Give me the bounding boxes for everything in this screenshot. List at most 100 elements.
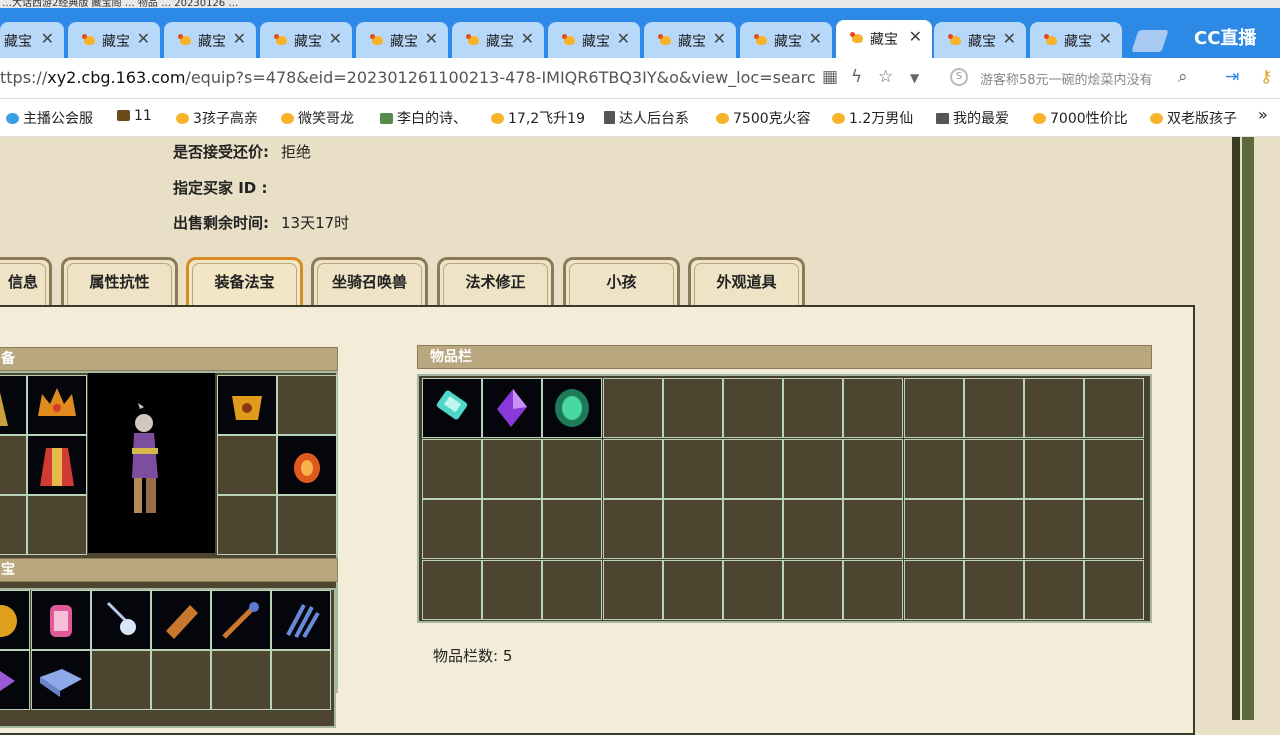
inventory-slot[interactable] <box>723 438 783 499</box>
inventory-slot[interactable] <box>482 499 543 559</box>
inventory-slot[interactable] <box>903 499 964 559</box>
inventory-slot[interactable] <box>602 559 663 620</box>
close-icon[interactable]: ✕ <box>909 27 922 46</box>
browser-tab[interactable]: 藏宝 ✕ <box>260 22 352 58</box>
tab-attributes[interactable]: 属性抗性 <box>61 257 178 305</box>
inventory-slot[interactable] <box>422 559 482 620</box>
inventory-slot[interactable] <box>542 499 603 559</box>
browser-tab[interactable]: 藏宝 ✕ <box>356 22 448 58</box>
treasure-slot[interactable] <box>271 650 331 710</box>
inventory-slot[interactable] <box>963 559 1024 620</box>
bookmark-item[interactable]: 11 <box>117 108 152 124</box>
browser-tab-active[interactable]: 藏宝 ✕ <box>836 20 932 58</box>
login-icon[interactable]: ⇥ <box>1225 67 1239 87</box>
inventory-slot[interactable] <box>1024 438 1084 499</box>
treasure-slot[interactable] <box>211 590 271 650</box>
qr-code-icon[interactable]: ▦ <box>822 67 838 87</box>
close-icon[interactable]: ✕ <box>329 29 342 48</box>
close-icon[interactable]: ✕ <box>713 29 726 48</box>
close-icon[interactable]: ✕ <box>233 29 246 48</box>
inventory-slot[interactable] <box>662 438 723 499</box>
search-input[interactable]: 游客称58元一碗的烩菜内没有 <box>980 69 1153 88</box>
browser-tab[interactable]: 藏宝 ✕ <box>164 22 256 58</box>
browser-tab[interactable]: 藏宝 ✕ <box>740 22 832 58</box>
inventory-slot[interactable] <box>783 438 844 499</box>
close-icon[interactable]: ✕ <box>1003 29 1016 48</box>
inventory-slot[interactable] <box>1084 438 1145 499</box>
equip-slot[interactable] <box>277 375 337 435</box>
bookmark-item[interactable]: 17,2飞升19 <box>491 108 585 128</box>
close-icon[interactable]: ✕ <box>425 29 438 48</box>
search-icon[interactable]: ⌕ <box>1178 67 1188 87</box>
new-tab-button[interactable] <box>1131 30 1169 52</box>
bookmark-item[interactable]: 双老版孩子 <box>1150 108 1237 128</box>
bookmark-item[interactable]: 达人后台系 <box>604 108 689 128</box>
star-icon[interactable]: ☆ <box>878 67 893 87</box>
tab-info[interactable]: 信息 <box>0 257 52 305</box>
equip-slot[interactable] <box>27 495 87 555</box>
equip-slot[interactable] <box>217 435 277 495</box>
inventory-slot[interactable] <box>602 378 663 438</box>
treasure-slot[interactable] <box>31 650 91 710</box>
inventory-slot[interactable] <box>1084 378 1145 438</box>
inventory-slot[interactable] <box>1024 378 1084 438</box>
browser-tab[interactable]: 藏宝 ✕ <box>452 22 544 58</box>
bookmark-item[interactable]: 李白的诗、 <box>380 108 467 128</box>
treasure-slot[interactable] <box>0 590 30 650</box>
bookmark-item[interactable]: 7000性价比 <box>1033 108 1128 128</box>
treasure-slot[interactable] <box>91 590 151 650</box>
tab-mounts[interactable]: 坐骑召唤兽 <box>311 257 428 305</box>
inventory-slot[interactable] <box>1084 499 1145 559</box>
search-box[interactable]: S 游客称58元一碗的烩菜内没有 <box>944 64 1204 92</box>
close-icon[interactable]: ✕ <box>137 29 150 48</box>
browser-tab[interactable]: 藏宝 ✕ <box>644 22 736 58</box>
inventory-slot[interactable] <box>783 499 844 559</box>
inventory-slot[interactable] <box>783 378 844 438</box>
inventory-slot[interactable] <box>963 499 1024 559</box>
treasure-slot[interactable] <box>151 650 211 710</box>
inventory-slot[interactable] <box>542 378 603 438</box>
inventory-slot[interactable] <box>482 559 543 620</box>
treasure-slot[interactable] <box>271 590 331 650</box>
equip-slot[interactable] <box>217 375 277 435</box>
tab-child[interactable]: 小孩 <box>563 257 680 305</box>
bookmark-item[interactable]: 1.2万男仙 <box>832 108 913 128</box>
inventory-slot[interactable] <box>723 378 783 438</box>
treasure-slot[interactable] <box>151 590 211 650</box>
inventory-slot[interactable] <box>602 499 663 559</box>
bookmark-item[interactable]: 我的最爱 <box>936 108 1009 128</box>
inventory-slot[interactable] <box>422 378 482 438</box>
close-icon[interactable]: ✕ <box>809 29 822 48</box>
inventory-slot[interactable] <box>963 378 1024 438</box>
inventory-slot[interactable] <box>662 559 723 620</box>
inventory-slot[interactable] <box>542 559 603 620</box>
browser-tab[interactable]: 藏宝 ✕ <box>68 22 160 58</box>
close-icon[interactable]: ✕ <box>41 29 54 48</box>
equip-slot[interactable] <box>0 495 27 555</box>
inventory-slot[interactable] <box>662 378 723 438</box>
equip-slot[interactable] <box>0 435 27 495</box>
inventory-slot[interactable] <box>903 438 964 499</box>
equip-slot[interactable] <box>277 435 337 495</box>
equip-slot[interactable] <box>0 375 27 435</box>
treasure-slot[interactable] <box>91 650 151 710</box>
close-icon[interactable]: ✕ <box>617 29 630 48</box>
browser-tab[interactable]: 藏宝 ✕ <box>934 22 1026 58</box>
bookmark-item[interactable]: 3孩子高亲 <box>176 108 258 128</box>
inventory-slot[interactable] <box>903 378 964 438</box>
inventory-slot[interactable] <box>843 438 904 499</box>
browser-tab[interactable]: 藏宝 ✕ <box>0 22 64 58</box>
inventory-slot[interactable] <box>843 378 904 438</box>
url-field[interactable]: ttps://xy2.cbg.163.com/equip?s=478&eid=2… <box>0 68 815 87</box>
equip-slot[interactable] <box>27 375 87 435</box>
tab-spells[interactable]: 法术修正 <box>437 257 554 305</box>
inventory-slot[interactable] <box>422 499 482 559</box>
chevron-down-icon[interactable]: ▼ <box>910 71 919 85</box>
equip-slot[interactable] <box>27 435 87 495</box>
more-bookmarks-icon[interactable]: » <box>1258 105 1268 124</box>
bookmark-item[interactable]: 微笑哥龙 <box>281 108 354 128</box>
inventory-slot[interactable] <box>1024 499 1084 559</box>
inventory-slot[interactable] <box>482 438 543 499</box>
browser-tab[interactable]: 藏宝 ✕ <box>548 22 640 58</box>
key-icon[interactable]: ⚷ <box>1260 67 1272 87</box>
